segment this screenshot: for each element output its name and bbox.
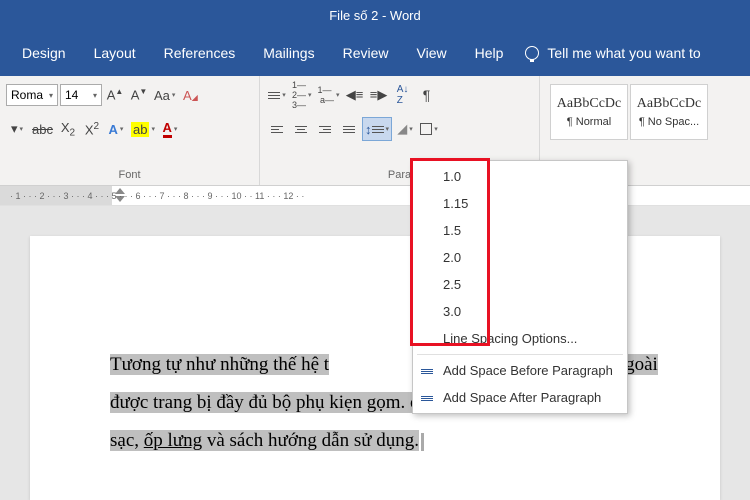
- decrease-indent-button[interactable]: ◀≡: [344, 83, 366, 107]
- tab-references[interactable]: References: [150, 35, 250, 71]
- tell-me[interactable]: Tell me what you want to: [525, 45, 700, 61]
- ruler[interactable]: · 1 · · · 2 · · · 3 · · · 4 · · · 5 · · …: [0, 186, 750, 206]
- lightbulb-icon: [525, 46, 539, 60]
- highlight-button[interactable]: ab: [129, 117, 157, 141]
- tab-design[interactable]: Design: [8, 35, 80, 71]
- spacing-2-5[interactable]: 2.5: [413, 271, 627, 298]
- menu-separator: [417, 354, 623, 355]
- add-space-before[interactable]: Add Space Before Paragraph: [413, 357, 627, 384]
- shrink-font-button[interactable]: A▼: [128, 83, 150, 107]
- font-color-button[interactable]: A: [159, 117, 181, 141]
- strikethrough-button[interactable]: abc: [30, 117, 55, 141]
- tab-layout[interactable]: Layout: [80, 35, 150, 71]
- numbering-button[interactable]: 1—2—3—: [290, 83, 314, 107]
- document-area: Tương tự như những thế hệ tni 13T ngoài …: [0, 206, 750, 500]
- spacing-1-5[interactable]: 1.5: [413, 217, 627, 244]
- spacing-1-0[interactable]: 1.0: [413, 163, 627, 190]
- justify-button[interactable]: [338, 117, 360, 141]
- align-center-button[interactable]: [290, 117, 312, 141]
- align-left-button[interactable]: [266, 117, 288, 141]
- borders-button[interactable]: [418, 117, 440, 141]
- ribbon: Roma▾ 14▾ A▲ A▼ Aa A◢ ▾ abc X2 X2 A ab A…: [0, 76, 750, 186]
- font-name-combo[interactable]: Roma▾: [6, 84, 58, 106]
- style-normal[interactable]: AaBbCcDc ¶ Normal: [550, 84, 628, 140]
- spacing-3-0[interactable]: 3.0: [413, 298, 627, 325]
- space-before-icon: [419, 363, 435, 379]
- multilevel-button[interactable]: 1— a—: [316, 83, 342, 107]
- font-group-label: Font: [6, 169, 253, 183]
- line-spacing-menu: 1.0 1.15 1.5 2.0 2.5 3.0 Line Spacing Op…: [412, 160, 628, 414]
- text-cursor: [421, 433, 424, 451]
- tab-view[interactable]: View: [403, 35, 461, 71]
- font-size-combo[interactable]: 14▾: [60, 84, 102, 106]
- tab-help[interactable]: Help: [461, 35, 518, 71]
- text-effects-button[interactable]: A: [105, 117, 127, 141]
- line-spacing-button[interactable]: ↕: [362, 117, 392, 141]
- spacing-2-0[interactable]: 2.0: [413, 244, 627, 271]
- increase-indent-button[interactable]: ≡▶: [368, 83, 390, 107]
- grow-font-button[interactable]: A▲: [104, 83, 126, 107]
- superscript-button[interactable]: X2: [81, 117, 103, 141]
- more-underline-button[interactable]: ▾: [6, 117, 28, 141]
- show-marks-button[interactable]: ¶: [416, 83, 438, 107]
- shading-button[interactable]: ◢: [394, 117, 416, 141]
- style-no-spacing[interactable]: AaBbCcDc ¶ No Spac...: [630, 84, 708, 140]
- tab-review[interactable]: Review: [329, 35, 403, 71]
- spacing-options[interactable]: Line Spacing Options...: [413, 325, 627, 352]
- title-bar: File số 2 - Word: [0, 0, 750, 30]
- tell-me-text: Tell me what you want to: [547, 45, 700, 61]
- subscript-button[interactable]: X2: [57, 117, 79, 141]
- add-space-after[interactable]: Add Space After Paragraph: [413, 384, 627, 411]
- bullets-button[interactable]: [266, 83, 288, 107]
- space-after-icon: [419, 390, 435, 406]
- clear-format-button[interactable]: A◢: [179, 83, 201, 107]
- tab-mailings[interactable]: Mailings: [249, 35, 328, 71]
- change-case-button[interactable]: Aa: [152, 83, 177, 107]
- align-right-button[interactable]: [314, 117, 336, 141]
- sort-button[interactable]: A↓Z: [392, 83, 414, 107]
- window-title: File số 2 - Word: [329, 8, 421, 23]
- menu-bar: Design Layout References Mailings Review…: [0, 30, 750, 76]
- spacing-1-15[interactable]: 1.15: [413, 190, 627, 217]
